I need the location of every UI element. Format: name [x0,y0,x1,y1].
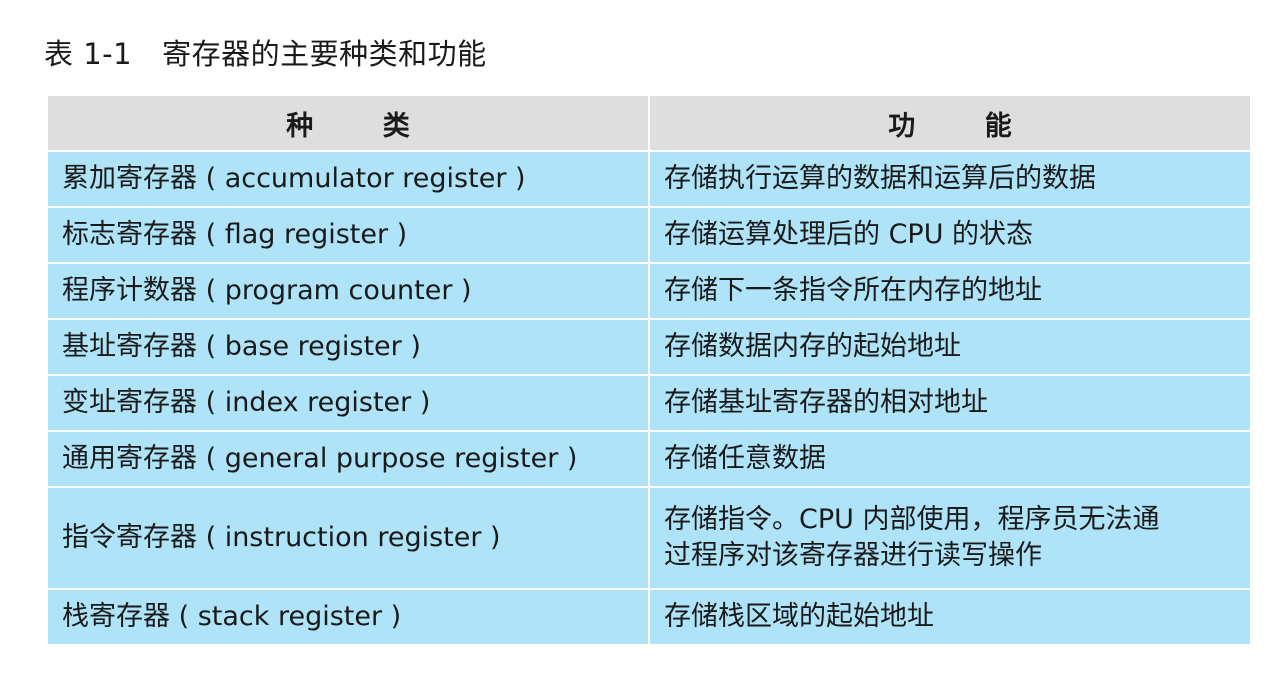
table-row: 标志寄存器 ( flag register ) 存储运算处理后的 CPU 的状态 [48,207,1250,264]
cell-kind: 栈寄存器 ( stack register ) [48,589,650,646]
cell-kind: 程序计数器 ( program counter ) [48,263,650,320]
table-row: 程序计数器 ( program counter ) 存储下一条指令所在内存的地址 [48,263,1250,320]
table-row: 基址寄存器 ( base register ) 存储数据内存的起始地址 [48,319,1250,376]
cell-function: 存储运算处理后的 CPU 的状态 [649,207,1250,264]
cell-kind: 通用寄存器 ( general purpose register ) [48,431,650,488]
cell-function: 存储基址寄存器的相对地址 [649,375,1250,432]
table-row: 通用寄存器 ( general purpose register ) 存储任意数… [48,431,1250,488]
cell-function: 存储任意数据 [649,431,1250,488]
caption-number: 表 1-1 [44,37,133,71]
table-row: 栈寄存器 ( stack register ) 存储栈区域的起始地址 [48,589,1250,646]
cell-function: 存储栈区域的起始地址 [649,589,1250,646]
header-kind: 种 类 [48,96,650,152]
caption-title: 寄存器的主要种类和功能 [162,37,487,71]
header-function: 功 能 [649,96,1250,152]
cell-function: 存储指令。CPU 内部使用，程序员无法通 过程序对该寄存器进行读写操作 [649,487,1250,590]
cell-kind: 累加寄存器 ( accumulator register ) [48,151,650,208]
table-header-row: 种 类 功 能 [48,96,1250,152]
table-row: 变址寄存器 ( index register ) 存储基址寄存器的相对地址 [48,375,1250,432]
table-caption: 表 1-1 寄存器的主要种类和功能 [44,34,487,74]
table-row: 累加寄存器 ( accumulator register ) 存储执行运算的数据… [48,151,1250,208]
cell-function: 存储下一条指令所在内存的地址 [649,263,1250,320]
cell-function: 存储数据内存的起始地址 [649,319,1250,376]
cell-kind: 变址寄存器 ( index register ) [48,375,650,432]
register-table: 种 类 功 能 累加寄存器 ( accumulator register ) 存… [48,96,1250,646]
table-row: 指令寄存器 ( instruction register ) 存储指令。CPU … [48,487,1250,590]
cell-kind: 指令寄存器 ( instruction register ) [48,487,650,590]
cell-kind: 基址寄存器 ( base register ) [48,319,650,376]
cell-kind: 标志寄存器 ( flag register ) [48,207,650,264]
cell-function: 存储执行运算的数据和运算后的数据 [649,151,1250,208]
